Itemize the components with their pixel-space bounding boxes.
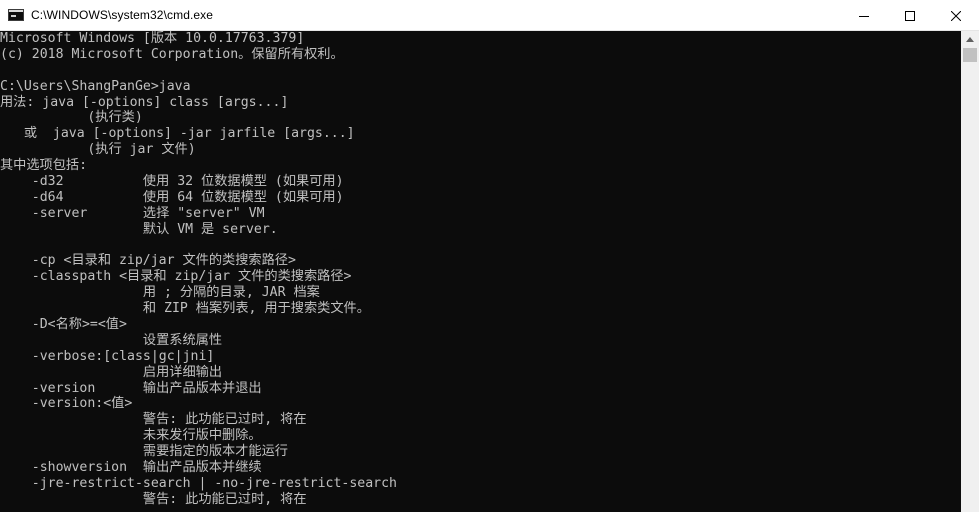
console-icon[interactable] [8,9,24,21]
title-bar[interactable]: C:\WINDOWS\system32\cmd.exe [0,0,979,31]
console-output[interactable]: Microsoft Windows [版本 10.0.17763.379] (c)… [0,31,961,512]
console-line: -cp <目录和 zip/jar 文件的类搜索路径> [0,253,296,269]
console-line: 启用详细输出 [0,364,223,380]
console-line: 未来发行版中删除。 [0,428,262,444]
console-line: 用 ; 分隔的目录, JAR 档案 [0,285,320,301]
cmd-window: C:\WINDOWS\system32\cmd.exe Microsoft Wi… [0,0,979,512]
minimize-icon [859,15,869,17]
scroll-up-button[interactable] [961,31,979,48]
console-line: 需要指定的版本才能运行 [0,444,288,460]
console-line: -server 选择 "server" VM [0,205,265,221]
console-line: 警告: 此功能已过时, 将在 [0,412,307,428]
console-line: -D<名称>=<值> [0,317,127,333]
close-icon [951,10,961,21]
console-line: -jre-restrict-search | -no-jre-restrict-… [0,475,397,491]
console-line: -d64 使用 64 位数据模型 (如果可用) [0,189,344,205]
console-line: 设置系统属性 [0,332,223,348]
console-line: -d32 使用 32 位数据模型 (如果可用) [0,174,344,190]
console-line: C:\Users\ShangPanGe>java [0,78,191,94]
console-line: -version 输出产品版本并退出 [0,380,262,396]
console-text: Microsoft Windows [版本 10.0.17763.379] (c)… [0,31,961,508]
scrollbar-thumb[interactable] [963,48,977,62]
console-line: -classpath <目录和 zip/jar 文件的类搜索路径> [0,269,352,285]
chevron-up-icon [966,37,974,42]
maximize-icon [905,10,915,21]
window-controls [841,0,979,31]
window-title: C:\WINDOWS\system32\cmd.exe [31,8,214,22]
console-line: -verbose:[class|gc|jni] [0,348,215,364]
vertical-scrollbar[interactable] [961,31,979,512]
console-line: 用法: java [-options] class [args...] [0,94,289,110]
console-line: 和 ZIP 档案列表, 用于搜索类文件。 [0,301,370,317]
console-line: (c) 2018 Microsoft Corporation。保留所有权利。 [0,46,344,62]
console-line: 其中选项包括: [0,158,88,174]
close-button[interactable] [933,0,979,31]
console-line: Microsoft Windows [版本 10.0.17763.379] [0,31,305,46]
console-line: 或 java [-options] -jar jarfile [args...] [0,126,355,142]
console-line: -showversion 输出产品版本并继续 [0,460,262,476]
console-line: (执行 jar 文件) [0,142,196,158]
console-line: 警告: 此功能已过时, 将在 [0,491,307,507]
maximize-button[interactable] [887,0,933,31]
minimize-button[interactable] [841,0,887,31]
console-line: -version:<值> [0,396,133,412]
console-line: (执行类) [0,110,143,126]
console-line: 默认 VM 是 server. [0,221,278,237]
